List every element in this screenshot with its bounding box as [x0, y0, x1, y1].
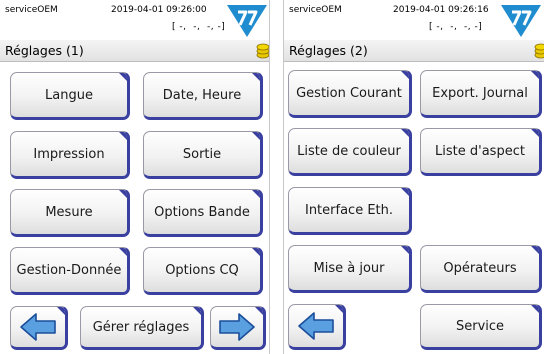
- status-bar: serviceOEM 2019-04-01 09:26:16 [ -, -, -…: [284, 0, 544, 40]
- service-button[interactable]: Service: [420, 304, 542, 350]
- arrow-left-icon: [298, 312, 334, 340]
- logo-icon: [227, 5, 267, 37]
- page-title: Réglages (1): [5, 43, 84, 58]
- operators-button[interactable]: Opérateurs: [420, 245, 542, 293]
- measure-button[interactable]: Mesure: [10, 189, 130, 237]
- data-management-button[interactable]: Gestion-Donnée: [10, 247, 130, 295]
- qc-options-button[interactable]: Options CQ: [143, 247, 263, 295]
- logo-icon: [501, 5, 541, 37]
- date-time-button[interactable]: Date, Heure: [143, 72, 263, 120]
- print-button[interactable]: Impression: [10, 131, 130, 179]
- color-list-button[interactable]: Liste de couleur: [288, 128, 412, 176]
- arrow-right-icon: [219, 313, 255, 341]
- title-bar: Réglages (2): [284, 40, 544, 62]
- status-readout: [ -, -, -, -]: [429, 22, 483, 32]
- settings-screen-1: serviceOEM 2019-04-01 09:26:00 [ -, -, -…: [0, 0, 270, 354]
- power-management-button[interactable]: Gestion Courant: [288, 70, 412, 118]
- manage-settings-button[interactable]: Gérer réglages: [80, 306, 204, 350]
- coin-stack-icon: [256, 43, 269, 59]
- datetime: 2019-04-01 09:26:00: [111, 5, 207, 15]
- ethernet-interface-button[interactable]: Interface Eth.: [288, 187, 412, 235]
- user-name: serviceOEM: [289, 5, 342, 15]
- coin-stack-icon: [534, 43, 544, 59]
- page-title: Réglages (2): [289, 43, 368, 58]
- previous-page-button[interactable]: [288, 304, 346, 350]
- aspect-list-button[interactable]: Liste d'aspect: [420, 128, 542, 176]
- title-bar: Réglages (1): [0, 40, 269, 62]
- user-name: serviceOEM: [5, 5, 58, 15]
- strip-options-button[interactable]: Options Bande: [143, 189, 263, 237]
- export-log-button[interactable]: Export. Journal: [420, 70, 542, 118]
- output-button[interactable]: Sortie: [143, 131, 263, 179]
- update-button[interactable]: Mise à jour: [288, 245, 412, 293]
- status-readout: [ -, -, -, -]: [172, 22, 226, 32]
- status-bar: serviceOEM 2019-04-01 09:26:00 [ -, -, -…: [0, 0, 269, 40]
- datetime: 2019-04-01 09:26:16: [393, 5, 489, 15]
- language-button[interactable]: Langue: [10, 72, 130, 120]
- settings-screen-2: serviceOEM 2019-04-01 09:26:16 [ -, -, -…: [283, 0, 544, 354]
- arrow-left-icon: [20, 313, 56, 341]
- previous-page-button[interactable]: [10, 306, 68, 350]
- next-page-button[interactable]: [210, 306, 266, 350]
